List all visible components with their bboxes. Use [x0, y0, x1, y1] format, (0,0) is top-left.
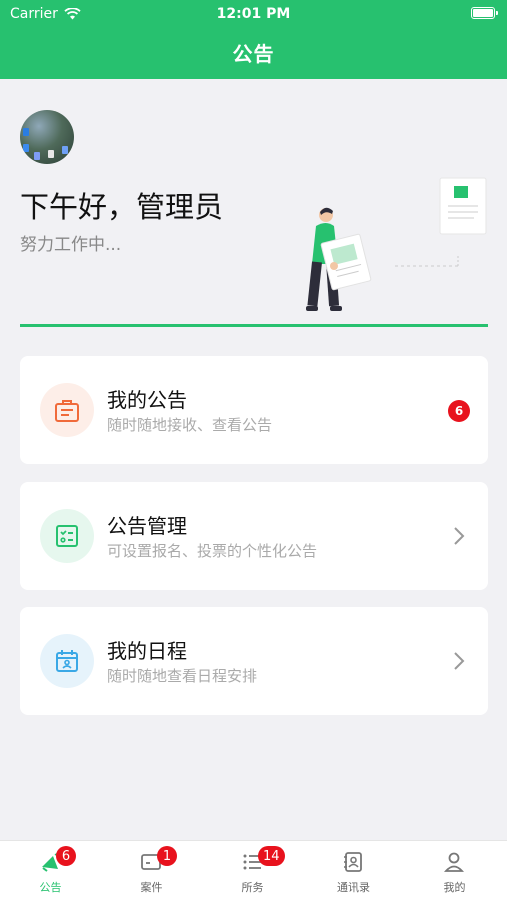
battery-icon: [471, 7, 498, 19]
card-title: 我的日程: [107, 639, 187, 663]
tab-label: 我的: [443, 881, 466, 894]
calendar-icon: [40, 634, 94, 688]
tab-label: 通讯录: [337, 881, 370, 894]
tab-label: 所务: [241, 881, 264, 894]
status-time: 12:01 PM: [216, 6, 291, 22]
top-bar: Carrier 12:01 PM 公告: [0, 0, 507, 79]
unread-badge: 6: [448, 400, 470, 422]
tab-label: 公告: [39, 881, 62, 894]
contacts-book-icon: [344, 852, 362, 872]
checklist-icon: [40, 509, 94, 563]
tab-badge: 6: [56, 846, 76, 866]
my-schedule-card[interactable]: 我的日程 随时随地查看日程安排: [20, 607, 488, 715]
my-announcements-card[interactable]: 我的公告 随时随地接收、查看公告 6: [20, 356, 488, 464]
greeting-text: 下午好，管理员: [20, 190, 224, 224]
card-description: 可设置报名、投票的个性化公告: [107, 542, 318, 560]
card-description: 随时随地查看日程安排: [107, 667, 258, 685]
greeting-subtitle: 努力工作中...: [20, 235, 122, 255]
tab-contacts[interactable]: 通讯录: [303, 841, 404, 900]
tab-office-affairs[interactable]: 14 所务: [202, 841, 303, 900]
tab-badge: 1: [157, 846, 177, 866]
tab-announcements[interactable]: 6 公告: [0, 841, 101, 900]
tab-badge: 14: [258, 846, 285, 866]
tab-cases[interactable]: 1 案件: [101, 841, 202, 900]
card-title: 公告管理: [107, 514, 187, 538]
status-bar: Carrier 12:01 PM: [0, 0, 507, 28]
chevron-right-icon: [454, 652, 465, 670]
page-title: 公告: [232, 42, 275, 66]
tab-label: 案件: [140, 881, 163, 894]
tab-profile[interactable]: 我的: [404, 841, 505, 900]
announcement-icon: [40, 383, 94, 437]
tab-bar: 6 公告 1 案件 14 所务 通讯录 我的: [0, 840, 507, 900]
user-icon: [443, 852, 465, 872]
announcement-management-card[interactable]: 公告管理 可设置报名、投票的个性化公告: [20, 482, 488, 590]
chevron-right-icon: [454, 527, 465, 545]
card-title: 我的公告: [107, 388, 187, 412]
card-description: 随时随地接收、查看公告: [107, 416, 273, 434]
person-illustration: [306, 177, 487, 311]
avatar[interactable]: [20, 110, 74, 164]
section-divider: [20, 324, 488, 327]
